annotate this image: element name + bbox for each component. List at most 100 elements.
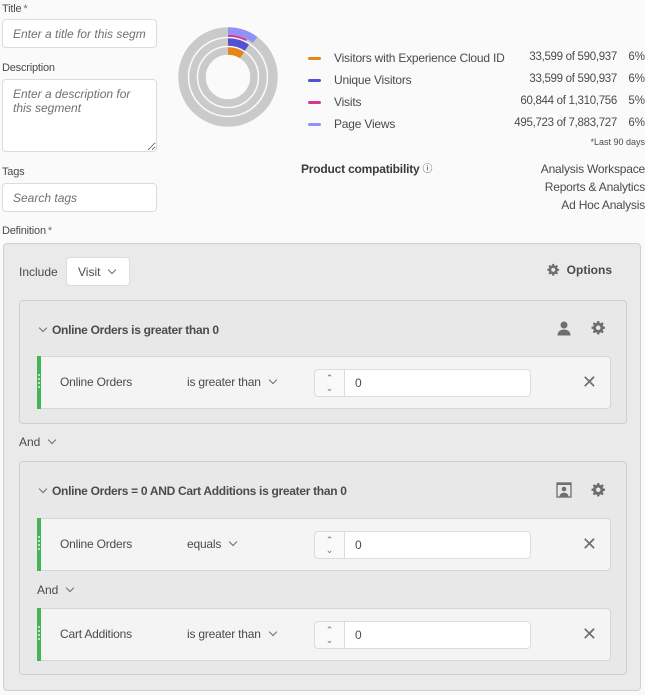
drag-handle[interactable] [38, 374, 40, 390]
legend-metric-percent: 5% [628, 95, 645, 107]
legend-metric-name: Visitors with Experience Cloud ID [334, 51, 505, 65]
description-textarea[interactable] [2, 79, 157, 152]
include-label: Include [19, 265, 58, 279]
gear-icon [546, 263, 559, 276]
person-icon[interactable] [556, 320, 572, 336]
rule-operator-dropdown[interactable]: equals [187, 537, 238, 551]
info-icon[interactable]: ⓘ [422, 160, 432, 175]
value-stepper[interactable]: ⌃ ⌄ [314, 531, 344, 559]
product-item: Reports & Analytics [544, 180, 645, 194]
legend-row: Visitors with Experience Cloud ID 33,599… [308, 51, 645, 67]
legend-metric-name: Page Views [334, 117, 396, 131]
group-title: Online Orders is greater than 0 [52, 323, 219, 337]
ring-segment [227, 47, 245, 59]
product-item: Ad Hoc Analysis [561, 198, 645, 212]
rule-value-input[interactable] [344, 369, 531, 397]
remove-rule-button[interactable]: ✕ [582, 373, 597, 391]
title-label-text: Title [2, 3, 22, 15]
ring-track [198, 47, 258, 107]
operator-value: And [19, 435, 41, 449]
title-label: Title * [2, 3, 28, 15]
value-stepper[interactable]: ⌃ ⌄ [314, 369, 344, 397]
legend-metric-percent: 6% [628, 117, 645, 129]
remove-rule-button[interactable]: ✕ [582, 625, 597, 643]
group-collapse-toggle[interactable]: Online Orders is greater than 0 [38, 323, 219, 337]
options-label: Options [566, 263, 612, 277]
legend-metric-percent: 6% [628, 73, 645, 85]
rule-row: Online Orders equals ⌃⌄ ✕ [37, 518, 611, 571]
product-item: Analysis Workspace [540, 162, 645, 176]
chevron-down-icon[interactable]: ⌄ [315, 383, 344, 393]
legend-swatch [308, 123, 321, 126]
legend-swatch [308, 57, 321, 60]
operator-value: is greater than [187, 627, 261, 641]
legend-metric-count: 33,599 of 590,937 [529, 73, 617, 85]
drag-handle[interactable] [38, 536, 40, 552]
required-marker: * [23, 3, 28, 15]
legend-row: Page Views 495,723 of 7,883,727 6% [308, 117, 645, 133]
operator-value: And [37, 583, 59, 597]
scope-value: Visit [78, 265, 101, 279]
chevron-down-icon [268, 375, 277, 385]
definition-label: Definition * [2, 225, 52, 237]
chevron-down-icon [48, 435, 57, 445]
options-button[interactable]: Options [546, 263, 612, 277]
operator-value: equals [187, 537, 222, 551]
rule-operator-dropdown[interactable]: is greater than [187, 375, 277, 389]
rule-dimension: Cart Additions [60, 627, 132, 641]
rule-operator-dropdown[interactable]: And [37, 583, 75, 597]
chevron-down-icon[interactable]: ⌄ [315, 635, 344, 645]
drag-handle[interactable] [38, 626, 40, 642]
product-compatibility-text: Product compatibility [301, 162, 420, 176]
required-marker: * [47, 225, 52, 237]
segment-container-group: Online Orders is greater than 0 Online O… [19, 300, 627, 424]
rule-dimension: Online Orders [60, 375, 133, 389]
summary-ring-chart [178, 27, 278, 127]
rule-row: Online Orders is greater than ⌃⌄ ✕ [37, 356, 611, 409]
chevron-down-icon [108, 265, 117, 275]
chevron-down-icon [268, 627, 277, 637]
chevron-down-icon[interactable]: ⌄ [315, 545, 344, 555]
remove-rule-button[interactable]: ✕ [582, 535, 597, 553]
legend-metric-percent: 6% [628, 51, 645, 63]
chevron-down-icon [38, 323, 48, 333]
operator-value: is greater than [187, 375, 261, 389]
legend-metric-count: 60,844 of 1,310,756 [520, 95, 617, 107]
gear-icon[interactable] [590, 320, 606, 336]
legend-metric-count: 495,723 of 7,883,727 [514, 117, 617, 129]
group-operator-dropdown[interactable]: And [19, 435, 57, 449]
chevron-up-icon[interactable]: ⌃ [315, 535, 344, 545]
date-range-footnote: *Last 90 days [590, 137, 645, 147]
tags-search-input[interactable] [2, 183, 157, 212]
rule-row: Cart Additions is greater than ⌃⌄ ✕ [37, 608, 611, 661]
legend-swatch [308, 101, 321, 104]
rule-operator-dropdown[interactable]: is greater than [187, 627, 277, 641]
segment-container-group: Online Orders = 0 AND Cart Additions is … [19, 461, 627, 675]
group-title: Online Orders = 0 AND Cart Additions is … [52, 484, 347, 498]
ring-segment [227, 38, 249, 51]
visitor-container-icon[interactable] [556, 482, 572, 498]
definition-canvas[interactable]: Include Visit Options Online Orders is g… [3, 243, 641, 691]
group-collapse-toggle[interactable]: Online Orders = 0 AND Cart Additions is … [38, 484, 347, 498]
definition-label-text: Definition [2, 225, 46, 237]
legend-metric-name: Visits [334, 95, 362, 109]
legend-metric-name: Unique Visitors [334, 73, 412, 87]
chevron-down-icon [228, 537, 238, 547]
legend-row: Unique Visitors 33,599 of 590,937 6% [308, 73, 645, 89]
chevron-down-icon [38, 484, 48, 494]
legend-row: Visits 60,844 of 1,310,756 5% [308, 95, 645, 111]
value-stepper[interactable]: ⌃ ⌄ [314, 621, 344, 649]
legend-metric-count: 33,599 of 590,937 [529, 51, 617, 63]
gear-icon[interactable] [590, 482, 606, 498]
container-scope-dropdown[interactable]: Visit [66, 257, 130, 286]
description-label: Description [2, 62, 55, 74]
rule-value-input[interactable] [344, 621, 531, 649]
legend-swatch [308, 79, 321, 82]
rule-dimension: Online Orders [60, 537, 133, 551]
rule-value-input[interactable] [344, 531, 531, 559]
tags-label: Tags [2, 166, 25, 178]
chevron-up-icon[interactable]: ⌃ [315, 625, 344, 635]
title-input[interactable] [2, 19, 157, 48]
chevron-up-icon[interactable]: ⌃ [315, 373, 344, 383]
product-compatibility-list: Analysis Workspace Reports & Analytics A… [541, 160, 645, 214]
